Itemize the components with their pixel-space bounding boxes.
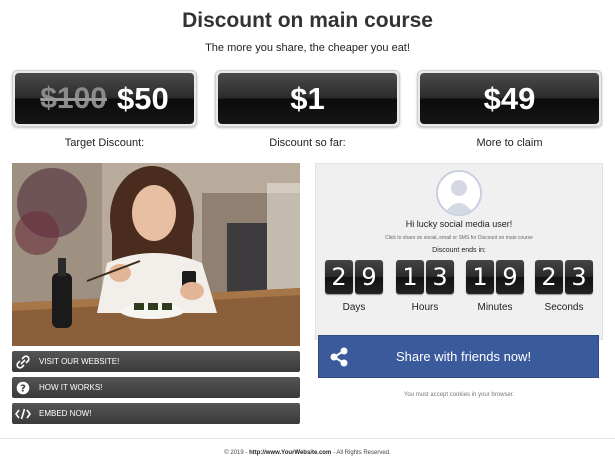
digit: 3 (565, 260, 593, 294)
target-discount-label: Target Discount: (64, 137, 145, 149)
footer-suffix: - All Rights Reserved. (332, 450, 391, 456)
promo-photo (12, 163, 300, 346)
digit: 9 (496, 260, 524, 294)
share-button[interactable]: Share with friends now! (318, 335, 599, 378)
unit-label: Minutes (477, 302, 513, 313)
digit: 9 (355, 260, 383, 294)
footer: © 2019 - http://www.YourWebsite.com - Al… (0, 450, 615, 456)
cookie-notice: You must accept cookies in your browser. (403, 392, 515, 398)
digit: 2 (325, 260, 353, 294)
old-price: $100 (40, 81, 107, 115)
footer-link[interactable]: http://www.YourWebsite.com (249, 450, 331, 456)
how-it-works-label: HOW IT WORKS! (39, 383, 103, 392)
user-silhouette-icon (438, 172, 480, 214)
link-icon (12, 351, 34, 372)
footer-prefix: © 2019 - (224, 450, 248, 456)
discount-so-far-box: $1 (215, 70, 400, 127)
countdown-minutes: 1 9 Minutes (465, 260, 525, 313)
unit-label: Hours (411, 302, 439, 313)
discount-so-far-value: $1 (290, 80, 325, 116)
page-title: Discount on main course (182, 9, 433, 32)
countdown-days: 2 9 Days (324, 260, 384, 313)
more-to-claim-value: $49 (483, 80, 536, 116)
visit-website-label: VISIT OUR WEBSITE! (39, 357, 120, 366)
embed-now-label: EMBED NOW! (39, 409, 92, 418)
digit: 1 (466, 260, 494, 294)
more-to-claim-box: $49 (417, 70, 602, 127)
woman-with-phone-photo (12, 163, 300, 346)
question-icon: ? (12, 377, 34, 398)
target-price: $50 (117, 80, 169, 116)
page-subtitle: The more you share, the cheaper you eat! (205, 42, 410, 54)
unit-label: Days (342, 302, 366, 313)
share-hint: Click to share on social, email or SMS f… (385, 235, 533, 241)
greeting-text: Hi lucky social media user! (405, 219, 513, 229)
digit: 2 (535, 260, 563, 294)
visit-website-button[interactable]: VISIT OUR WEBSITE! (12, 351, 300, 372)
digit: 1 (396, 260, 424, 294)
share-icon (319, 335, 359, 378)
how-it-works-button[interactable]: ? HOW IT WORKS! (12, 377, 300, 398)
countdown-seconds: 2 3 Seconds (534, 260, 594, 313)
avatar (436, 170, 482, 216)
code-icon (12, 403, 34, 424)
discount-so-far-label: Discount so far: (269, 137, 346, 149)
ends-in-label: Discount ends in: (432, 247, 486, 254)
countdown-panel: Hi lucky social media user! Click to sha… (315, 163, 603, 340)
target-discount-box: $100 $50 (12, 70, 197, 127)
unit-label: Seconds (544, 302, 584, 313)
embed-now-button[interactable]: EMBED NOW! (12, 403, 300, 424)
svg-text:?: ? (20, 383, 26, 394)
digit: 3 (426, 260, 454, 294)
share-button-label: Share with friends now! (395, 349, 532, 364)
more-to-claim-label: More to claim (476, 137, 543, 149)
footer-divider (0, 438, 615, 439)
countdown-hours: 1 3 Hours (395, 260, 455, 313)
